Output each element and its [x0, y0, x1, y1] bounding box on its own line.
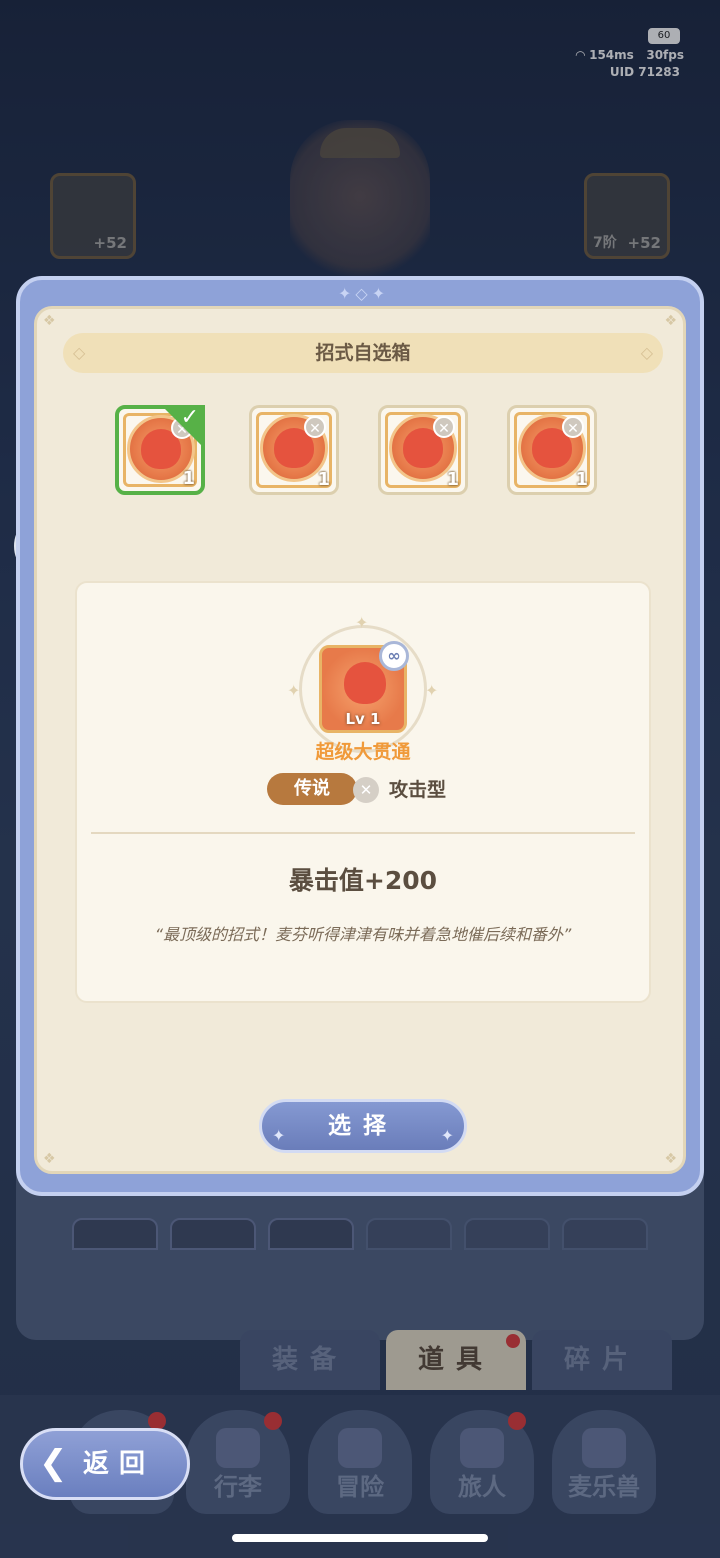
skill-count: 1 — [575, 469, 588, 490]
corner-ornament: ❖ — [43, 1151, 56, 1167]
dialog-title-bar: ◇ 招式自选箱 ◇ — [63, 333, 663, 373]
skill-stat: 暴击值+200 — [288, 866, 438, 895]
home-indicator[interactable] — [232, 1534, 488, 1542]
divider — [91, 832, 635, 834]
diamond-icon: ◇ — [73, 343, 86, 362]
skill-count: 1 — [446, 469, 459, 490]
corner-ornament: ❖ — [664, 1151, 677, 1167]
skill-creature-icon — [344, 662, 386, 704]
sparkle-icon: ✦ — [287, 681, 301, 700]
back-arrow-icon: ❮ — [39, 1443, 68, 1483]
skill-level: Lv 1 — [345, 710, 381, 728]
skill-count: 1 — [317, 469, 330, 490]
attack-type-icon: ✕ — [304, 416, 326, 438]
skill-option-1[interactable]: ✕ 1 ✓ — [115, 405, 205, 495]
ornament-icon: ✦◇✦ — [338, 284, 390, 303]
skill-detail-card: ✦ ✦ ✦ Lv 1 ∞ 超级大贯通 传说 ✕ 攻击型 暴击值+200 “最顶级… — [75, 581, 651, 1003]
back-button[interactable]: ❮ 返回 — [20, 1428, 190, 1500]
skill-select-dialog: ✦◇✦ ❖ ❖ ❖ ❖ ◇ 招式自选箱 ◇ ✕ 1 ✓ ✕ 1 ✕ 1 ✕ 1 … — [16, 276, 704, 1196]
sparkle-icon: ✦ — [440, 1126, 454, 1145]
skill-option-3[interactable]: ✕ 1 — [378, 405, 468, 495]
attack-type-icon: ✕ — [562, 416, 584, 438]
select-button[interactable]: ✦ 选择 ✦ — [259, 1099, 467, 1153]
checkmark-icon: ✓ — [180, 405, 199, 430]
attack-type-icon: ✕ — [433, 416, 455, 438]
skill-option-2[interactable]: ✕ 1 — [249, 405, 339, 495]
skill-option-4[interactable]: ✕ 1 — [507, 405, 597, 495]
corner-ornament: ❖ — [43, 313, 56, 329]
rarity-badge: 传说 — [267, 773, 357, 805]
skill-description: “最顶级的招式！麦芬听得津津有味并着急地催后续和番外” — [154, 925, 572, 944]
corner-ornament: ❖ — [664, 313, 677, 329]
sparkle-icon: ✦ — [425, 681, 439, 700]
diamond-icon: ◇ — [640, 343, 653, 362]
sparkle-icon: ✦ — [272, 1126, 286, 1145]
crossed-swords-icon: ✕ — [353, 777, 379, 803]
link-icon: ∞ — [379, 641, 409, 671]
dialog-body: ❖ ❖ ❖ ❖ ◇ 招式自选箱 ◇ ✕ 1 ✓ ✕ 1 ✕ 1 ✕ 1 ✦ ✦ … — [34, 306, 686, 1174]
skill-type: 攻击型 — [389, 779, 447, 801]
skill-count: 1 — [182, 468, 195, 489]
dialog-title: 招式自选箱 — [315, 342, 411, 364]
skill-name: 超级大贯通 — [315, 741, 411, 763]
sparkle-icon: ✦ — [355, 613, 369, 632]
